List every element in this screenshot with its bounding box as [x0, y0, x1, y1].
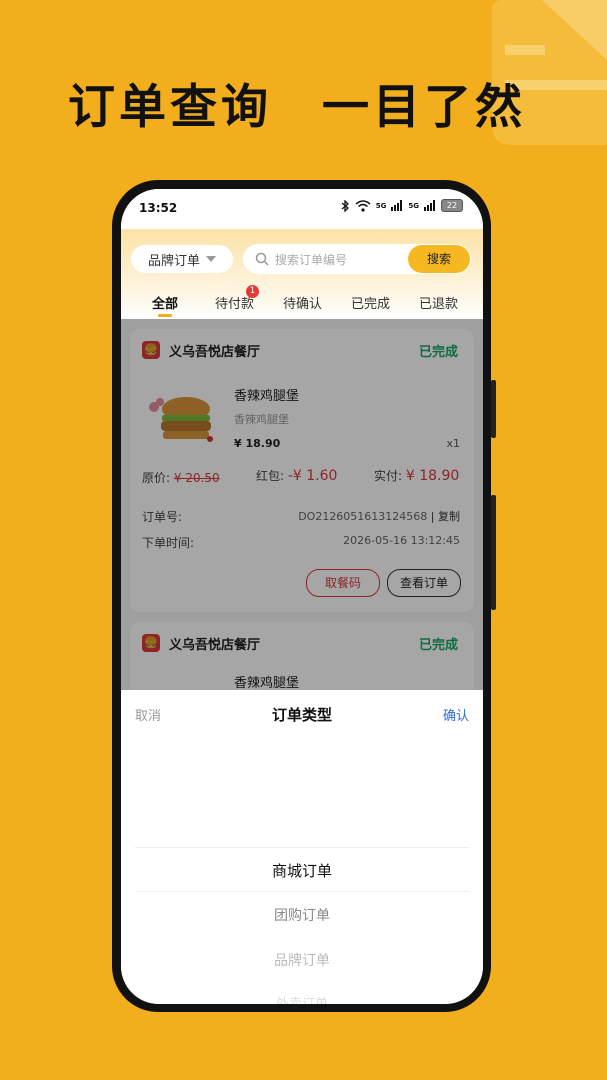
picker-confirm-button[interactable]: 确认: [443, 705, 469, 724]
picker-title: 订单类型: [271, 706, 332, 724]
order-type-picker: 取消 订单类型 确认 商城订单 团购订单 品牌订单 外卖订单: [121, 690, 483, 1004]
chevron-down-icon: [206, 256, 216, 262]
brand-order-dropdown[interactable]: 品牌订单: [131, 245, 233, 273]
phone-volume-button: [491, 380, 496, 438]
status-icons: 5G 5G 22: [340, 199, 463, 212]
network-label-1: 5G: [375, 201, 387, 210]
order-status-tabs: 全部 待付款 1 待确认 已完成 已退款: [121, 285, 483, 317]
picker-divider: [135, 891, 469, 892]
battery-icon: 22: [441, 199, 463, 212]
tab-completed[interactable]: 已完成: [351, 293, 390, 312]
tab-pending-confirm[interactable]: 待确认: [283, 293, 322, 312]
picker-option-mall[interactable]: 商城订单: [121, 860, 483, 881]
brand-order-label: 品牌订单: [147, 253, 200, 269]
phone-power-button: [491, 495, 496, 610]
headline-right: 一目了然: [322, 80, 526, 135]
tab-all[interactable]: 全部: [152, 293, 178, 312]
wifi-icon: [355, 199, 371, 212]
phone-screen: 13:52 5G 5G 22 品牌订单 搜索订单编号 搜索 全部 待付款 1 待…: [121, 189, 483, 1004]
search-placeholder: 搜索订单编号: [275, 253, 348, 267]
status-bar: 13:52 5G 5G 22: [121, 189, 483, 229]
headline-left: 订单查询: [68, 80, 272, 135]
picker-option-group[interactable]: 团购订单: [121, 905, 483, 925]
picker-divider: [135, 847, 469, 848]
bluetooth-icon: [341, 199, 349, 212]
tab-refunded[interactable]: 已退款: [419, 293, 458, 312]
order-topbar: 品牌订单 搜索订单编号 搜索 全部 待付款 1 待确认 已完成 已退款: [121, 229, 483, 319]
picker-option-brand[interactable]: 品牌订单: [121, 950, 483, 970]
search-button[interactable]: 搜索: [408, 245, 470, 273]
active-tab-indicator: [158, 314, 172, 317]
picker-option-takeout[interactable]: 外卖订单: [121, 993, 483, 1004]
pending-payment-badge: 1: [246, 285, 259, 298]
signal-icon: [424, 200, 435, 211]
order-search-field[interactable]: 搜索订单编号 搜索: [243, 244, 471, 274]
signal-icon: [391, 200, 403, 211]
status-time: 13:52: [139, 201, 178, 215]
network-label-2: 5G: [408, 201, 419, 210]
search-icon: [255, 252, 269, 266]
